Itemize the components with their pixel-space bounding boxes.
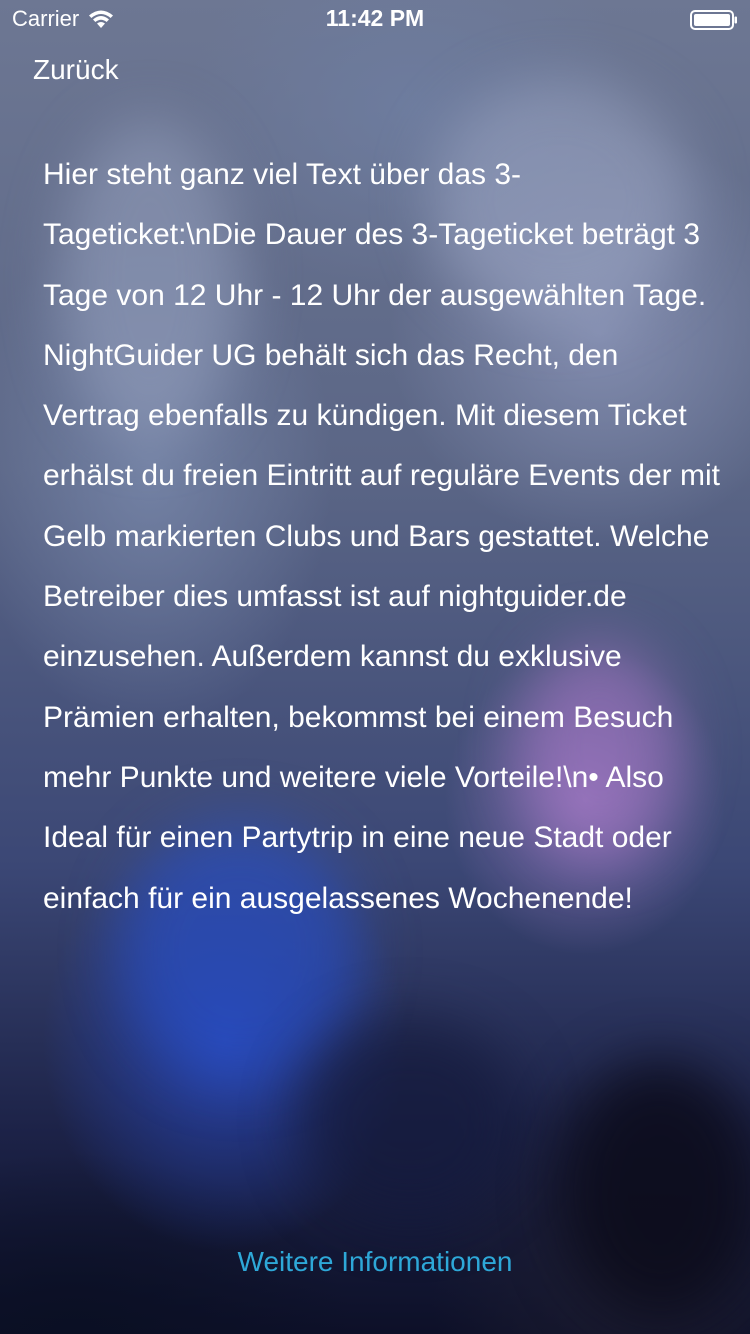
- battery-icon: [690, 10, 737, 30]
- more-information-link[interactable]: Weitere Informationen: [0, 1246, 750, 1278]
- ticket-description: Hier steht ganz viel Text über das 3-Tag…: [43, 158, 720, 915]
- back-button[interactable]: Zurück: [33, 54, 119, 86]
- status-bar: Carrier 11:42 PM: [0, 0, 750, 40]
- status-time: 11:42 PM: [325, 5, 425, 31]
